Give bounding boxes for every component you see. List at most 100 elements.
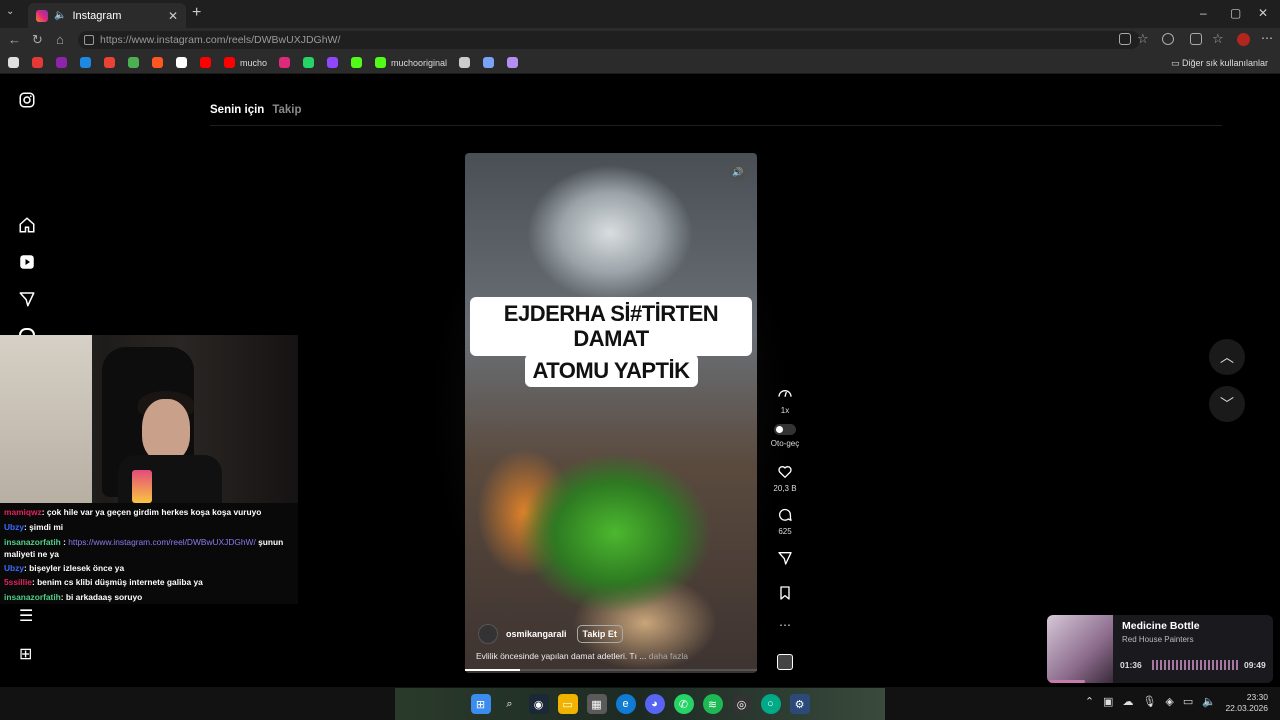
reel-caption-overlay: EJDERHA Sİ#TİRTEN DAMAT ATOMU YAPTİK <box>470 297 752 387</box>
share-button[interactable] <box>770 550 800 570</box>
store-icon[interactable]: ▦ <box>586 694 607 714</box>
tab-title: Instagram <box>72 9 122 22</box>
other-bookmarks-folder[interactable]: ▭ Diğer sık kullanılanlar <box>1171 58 1268 69</box>
speaker-icon[interactable]: 🔈 <box>54 10 66 21</box>
playback-speed-button[interactable]: 1x <box>770 386 800 415</box>
comment-button[interactable]: 625 <box>770 507 800 536</box>
previous-reel-button[interactable]: ︿ <box>1209 339 1245 375</box>
tab-following[interactable]: Takip <box>272 104 301 116</box>
bookmark-icon[interactable] <box>375 57 387 68</box>
tab-list-icon[interactable]: ⌄ <box>6 6 14 17</box>
whatsapp-icon[interactable]: ✆ <box>673 694 694 714</box>
tray-overflow-icon[interactable]: ⌃ <box>1085 695 1094 708</box>
start-button[interactable]: ⊞ <box>470 694 491 714</box>
back-icon[interactable]: ← <box>8 32 21 47</box>
close-tab-icon[interactable]: ✕ <box>168 9 178 23</box>
edge-icon[interactable]: e <box>615 694 636 714</box>
profile-avatar[interactable] <box>1237 33 1250 46</box>
like-button[interactable]: 20,3 B <box>770 464 800 493</box>
bookmark-icon[interactable] <box>507 57 519 68</box>
search-nav-icon[interactable] <box>19 328 35 335</box>
home-icon[interactable]: ⌂ <box>56 32 64 47</box>
bookmark-icon[interactable] <box>459 57 471 68</box>
bookmark-icon[interactable] <box>32 57 43 68</box>
next-reel-button[interactable]: ﹀ <box>1209 386 1245 422</box>
microphone-icon[interactable]: 🎙 <box>1142 695 1156 708</box>
system-tray: ⌃ ▣ ☁ 🎙 ◈ ▭ 🔈 <box>1085 695 1216 708</box>
autoplay-switch[interactable] <box>774 424 796 435</box>
author-name[interactable]: osmikangarali <box>506 629 567 639</box>
bookmark-icon[interactable] <box>8 57 19 68</box>
split-screen-icon[interactable] <box>1119 33 1131 45</box>
bookmark-icon[interactable] <box>279 57 291 68</box>
bookmark-icon[interactable] <box>224 57 235 68</box>
taskbar-apps: ⊞ ⌕ ◉ ▭ ▦ e ◕ ✆ ≋ ◎ ○ ⚙ <box>395 688 885 720</box>
caption-line-1: EJDERHA Sİ#TİRTEN DAMAT <box>470 297 752 356</box>
browser-essentials-icon[interactable] <box>1190 33 1202 45</box>
bookmark-label[interactable]: mucho <box>240 58 267 68</box>
author-avatar[interactable] <box>478 624 498 644</box>
bookmark-label[interactable]: muchooriginal <box>391 58 447 68</box>
discord-icon[interactable]: ◕ <box>644 694 665 714</box>
reel-description[interactable]: Evlilik öncesinde yapılan damat adetleri… <box>476 651 688 661</box>
app-icon[interactable]: ○ <box>760 694 781 714</box>
mute-toggle-icon[interactable]: 🔊 <box>729 163 747 181</box>
bookmark-icon[interactable] <box>200 57 211 68</box>
nvidia-icon[interactable]: ◈ <box>1165 695 1173 708</box>
now-playing-widget[interactable]: Medicine Bottle Red House Painters 01:36… <box>1047 615 1273 683</box>
chat-message: insanazorfatih : https://www.instagram.c… <box>4 536 284 559</box>
more-link[interactable]: daha fazla <box>649 651 688 661</box>
file-explorer-icon[interactable]: ▭ <box>557 694 578 714</box>
site-info-icon[interactable] <box>84 35 94 45</box>
clock-date: 22.03.2026 <box>1225 703 1268 713</box>
tray-app-icon[interactable]: ▣ <box>1103 695 1113 708</box>
clock-time: 23:30 <box>1246 692 1268 702</box>
maximize-button[interactable]: ▢ <box>1230 6 1241 20</box>
favorites-icon[interactable]: ☆ <box>1212 31 1224 47</box>
bookmark-icon[interactable] <box>176 57 187 68</box>
bookmark-icon[interactable] <box>80 57 91 68</box>
bookmark-icon[interactable] <box>104 57 115 68</box>
steam-icon[interactable]: ◉ <box>528 694 549 714</box>
audio-waveform <box>1152 660 1238 670</box>
cloud-icon[interactable]: ☁ <box>1122 695 1133 708</box>
extensions-icon[interactable] <box>1162 33 1174 45</box>
browser-tab[interactable]: 🔈 Instagram ✕ <box>28 3 186 28</box>
bookmark-icon[interactable] <box>56 57 67 68</box>
url-field[interactable]: https://www.instagram.com/reels/DWBwUXJD… <box>78 31 1140 49</box>
new-tab-button[interactable]: + <box>192 4 201 22</box>
reel-video[interactable] <box>465 153 757 673</box>
network-icon[interactable]: ▭ <box>1183 695 1193 708</box>
bookmark-icon[interactable] <box>303 57 315 68</box>
audio-thumbnail[interactable] <box>777 654 793 670</box>
obs-icon[interactable]: ◎ <box>731 694 752 714</box>
search-icon[interactable]: ⌕ <box>500 694 520 714</box>
bookmark-icon[interactable] <box>483 57 495 68</box>
follow-button[interactable]: Takip Et <box>576 625 623 643</box>
video-progress-bar[interactable] <box>465 669 757 671</box>
bookmark-icon[interactable] <box>351 57 363 68</box>
also-from-meta-icon[interactable]: ⊞ <box>19 644 32 664</box>
more-options-icon[interactable]: ⋯ <box>1261 31 1273 45</box>
chat-message: mamiqwz: çok hile var ya geçen girdim he… <box>4 507 262 517</box>
spotify-icon[interactable]: ≋ <box>702 694 723 714</box>
bookmark-icon[interactable] <box>152 57 163 68</box>
reels-nav-icon[interactable] <box>18 253 36 271</box>
volume-icon[interactable]: 🔈 <box>1202 695 1216 708</box>
instagram-logo-icon[interactable] <box>18 91 36 109</box>
minimize-button[interactable]: – <box>1200 6 1207 20</box>
bookmark-icon[interactable] <box>327 57 339 68</box>
favorite-star-icon[interactable]: ☆ <box>1137 31 1149 47</box>
tab-for-you[interactable]: Senin için <box>210 104 264 116</box>
bookmark-icon[interactable] <box>128 57 139 68</box>
menu-hamburger-icon[interactable]: ☰ <box>19 606 33 626</box>
reload-icon[interactable]: ↻ <box>32 32 43 48</box>
close-window-button[interactable]: ✕ <box>1258 6 1268 20</box>
autoplay-toggle[interactable]: Oto-geç <box>770 424 800 448</box>
more-actions-icon[interactable]: ⋯ <box>770 618 800 632</box>
settings-gear-icon[interactable]: ⚙ <box>789 694 810 714</box>
messages-nav-icon[interactable] <box>18 290 36 308</box>
home-nav-icon[interactable] <box>18 216 36 234</box>
save-button[interactable] <box>770 585 800 605</box>
taskbar-clock[interactable]: 23:30 22.03.2026 <box>1225 692 1268 714</box>
